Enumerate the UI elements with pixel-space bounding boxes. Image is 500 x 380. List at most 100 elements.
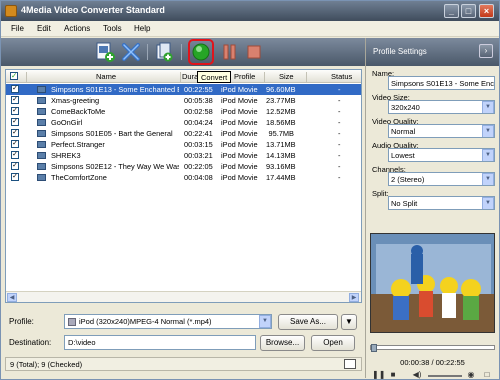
video-file-icon (37, 174, 46, 181)
stop-icon (247, 45, 261, 59)
video-quality-value: Normal (391, 127, 416, 136)
file-list: ✓ Name Dura Profile Size Status ✓ Simpso… (5, 69, 362, 303)
table-row[interactable]: ✓ ComeBackToMe 00:02:58 iPod Movie 12.52… (6, 106, 361, 117)
profile-value: iPod (320x240)MPEG-4 Normal (*.mp4) (79, 317, 212, 326)
profile-name-input[interactable]: Simpsons S01E13 - Some Enchan (388, 76, 495, 90)
maximize-button[interactable]: □ (461, 4, 476, 18)
row-profile[interactable]: iPod Movie (221, 151, 258, 160)
column-header-size[interactable]: Size (279, 72, 294, 81)
column-header-status[interactable]: Status (331, 72, 352, 81)
seek-slider[interactable] (370, 344, 495, 352)
log-icon[interactable] (344, 359, 356, 369)
audio-quality-value: Lowest (391, 151, 415, 160)
channels-select[interactable]: 2 (Stereo) ▼ (388, 172, 495, 186)
browse-button[interactable]: Browse... (260, 335, 305, 351)
menu-bar: File Edit Actions Tools Help (1, 21, 499, 37)
row-profile[interactable]: iPod Movie (221, 162, 258, 171)
row-checkbox[interactable]: ✓ (11, 173, 19, 181)
save-as-button[interactable]: Save As... (278, 314, 338, 330)
destination-input[interactable]: D:\video (64, 335, 256, 350)
table-row[interactable]: ✓ Xmas-greeting 00:05:38 iPod Movie 23.7… (6, 95, 361, 106)
chevron-down-icon[interactable]: ▼ (482, 173, 494, 185)
row-checkbox[interactable]: ✓ (11, 162, 19, 170)
split-select[interactable]: No Split ▼ (388, 196, 495, 210)
row-checkbox[interactable]: ✓ (11, 140, 19, 148)
scroll-right-icon[interactable]: ▶ (349, 293, 359, 302)
table-row[interactable]: ✓ Perfect.Stranger 00:03:15 iPod Movie 1… (6, 139, 361, 150)
fullscreen-icon[interactable]: □ (482, 370, 492, 380)
row-duration: 00:05:38 (184, 96, 213, 105)
add-profile-icon (156, 42, 173, 62)
row-status: - (338, 107, 341, 116)
row-profile[interactable]: iPod Movie (221, 118, 258, 127)
column-header-name[interactable]: Name (96, 72, 116, 81)
close-button[interactable]: × (479, 4, 494, 18)
table-row[interactable]: ✓ TheComfortZone 00:04:08 iPod Movie 17.… (6, 172, 361, 183)
scroll-left-icon[interactable]: ◀ (7, 293, 17, 302)
split-value: No Split (391, 199, 418, 208)
menu-help[interactable]: Help (134, 24, 150, 33)
chevron-down-icon[interactable]: ▼ (482, 101, 494, 113)
row-profile[interactable]: iPod Movie (221, 173, 258, 182)
row-profile[interactable]: iPod Movie (221, 140, 258, 149)
row-duration: 00:03:21 (184, 151, 213, 160)
row-checkbox[interactable]: ✓ (11, 129, 19, 137)
row-size: 14.13MB (266, 151, 296, 160)
horizontal-scrollbar[interactable]: ◀ ▶ (6, 291, 361, 302)
row-profile[interactable]: iPod Movie (221, 85, 258, 94)
row-profile[interactable]: iPod Movie (221, 96, 258, 105)
profile-select[interactable]: iPod (320x240)MPEG-4 Normal (*.mp4) ▼ (64, 314, 272, 329)
row-profile[interactable]: iPod Movie (221, 129, 258, 138)
seek-handle[interactable] (371, 344, 377, 352)
chevron-down-icon[interactable]: ▼ (482, 149, 494, 161)
menu-edit[interactable]: Edit (37, 24, 51, 33)
remove-button[interactable] (121, 42, 141, 62)
convert-button[interactable] (188, 39, 214, 65)
table-row[interactable]: ✓ Simpsons S02E12 - They Way We Was 00:2… (6, 161, 361, 172)
table-row[interactable]: ✓ Simpsons S01E13 - Some Enchanted E... … (6, 84, 361, 95)
menu-actions[interactable]: Actions (64, 24, 90, 33)
video-file-icon (37, 152, 46, 159)
stop-icon[interactable]: ■ (388, 370, 398, 380)
row-profile[interactable]: iPod Movie (221, 107, 258, 116)
panel-header: Profile Settings › (366, 38, 499, 66)
menu-tools[interactable]: Tools (103, 24, 122, 33)
row-checkbox[interactable]: ✓ (11, 118, 19, 126)
video-size-select[interactable]: 320x240 ▼ (388, 100, 495, 114)
audio-quality-select[interactable]: Lowest ▼ (388, 148, 495, 162)
open-button[interactable]: Open (311, 335, 355, 351)
row-status: - (338, 118, 341, 127)
table-row[interactable]: ✓ SHREK3 00:03:21 iPod Movie 14.13MB - (6, 150, 361, 161)
chevron-down-icon[interactable]: ▼ (482, 125, 494, 137)
pause-button[interactable] (220, 42, 240, 62)
row-checkbox[interactable]: ✓ (11, 85, 19, 93)
add-file-button[interactable] (95, 42, 115, 62)
check-all-checkbox[interactable]: ✓ (10, 72, 18, 80)
chevron-down-icon[interactable]: ▼ (482, 197, 494, 209)
window-title: 4Media Video Converter Standard (21, 5, 165, 15)
row-checkbox[interactable]: ✓ (11, 107, 19, 115)
column-header-profile[interactable]: Profile (234, 72, 255, 81)
volume-slider[interactable] (428, 375, 462, 377)
add-profile-button[interactable] (154, 42, 174, 62)
minimize-button[interactable]: _ (444, 4, 459, 18)
save-as-menu-button[interactable]: ▼ (341, 314, 357, 330)
panel-title: Profile Settings (373, 47, 427, 56)
stop-button[interactable] (244, 42, 264, 62)
row-checkbox[interactable]: ✓ (11, 151, 19, 159)
toolbar (1, 38, 365, 66)
video-quality-select[interactable]: Normal ▼ (388, 124, 495, 138)
row-size: 93.16MB (266, 162, 296, 171)
row-checkbox[interactable]: ✓ (11, 96, 19, 104)
pause-icon[interactable]: ❚❚ (372, 370, 385, 380)
collapse-panel-icon[interactable]: › (479, 44, 493, 58)
table-row[interactable]: ✓ GoOnGirl 00:04:24 iPod Movie 18.56MB - (6, 117, 361, 128)
menu-file[interactable]: File (11, 24, 24, 33)
snapshot-icon[interactable]: ◉ (466, 370, 476, 380)
row-name: ComeBackToMe (51, 107, 106, 116)
chevron-down-icon[interactable]: ▼ (259, 315, 271, 328)
video-file-icon (37, 119, 46, 126)
table-row[interactable]: ✓ Simpsons S01E05 - Bart the General 00:… (6, 128, 361, 139)
volume-icon[interactable]: ◀) (412, 370, 422, 380)
column-header-duration[interactable]: Dura (182, 72, 198, 81)
